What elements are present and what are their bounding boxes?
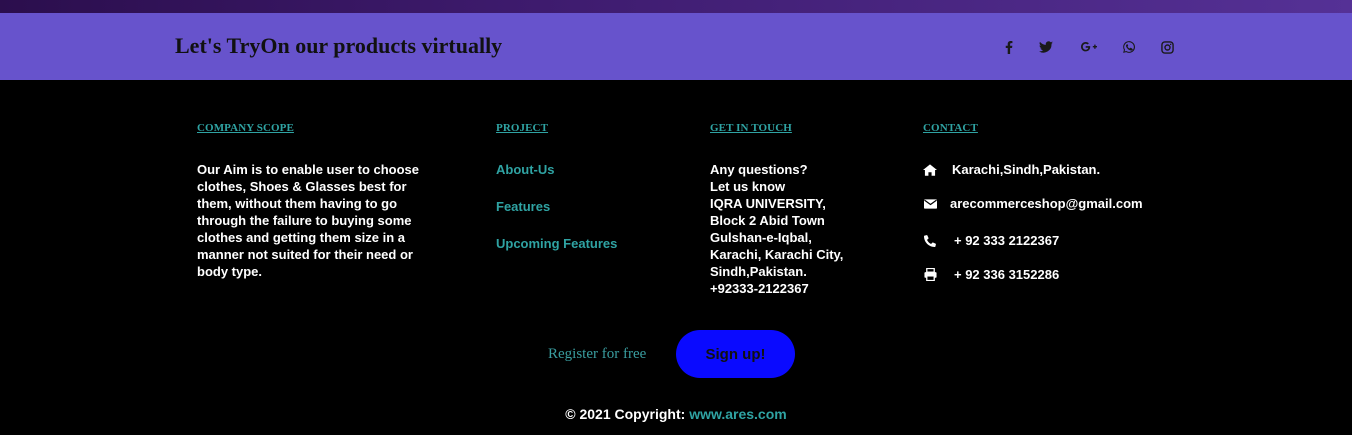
facebook-icon[interactable] [1001,39,1017,55]
touch-line: IQRA UNIVERSITY, [710,196,826,211]
contact-fax-row [923,266,937,283]
printer-icon [923,268,937,282]
contact-email-row [923,195,937,212]
copyright-prefix: © 2021 Copyright: [565,406,686,422]
top-gradient-strip [0,0,1352,13]
touch-line: Let us know [710,179,786,194]
project-heading: PROJECT [496,122,549,134]
contact-phone: + 92 333 2122367 [954,233,1060,248]
whatsapp-icon[interactable] [1121,39,1137,55]
contact-fax: + 92 336 3152286 [954,267,1060,282]
touch-line: Gulshan-e-Iqbal, [710,230,812,245]
contact-email[interactable]: arecommerceshop@gmail.com [950,196,1143,211]
twitter-icon[interactable] [1038,39,1054,55]
get-in-touch-heading: GET IN TOUCH [710,122,792,134]
register-label: Register for free [548,346,647,362]
sign-up-button[interactable]: Sign up! [676,330,795,378]
contact-address: Karachi,Sindh,Pakistan. [952,162,1101,177]
about-us-link[interactable]: About-Us [496,162,555,177]
contact-address-row [923,161,937,178]
touch-line: Any questions? [710,162,808,177]
company-scope-heading: COMPANY SCOPE [197,122,294,134]
home-icon [923,163,937,177]
banner-title: Let's TryOn our products virtually [175,33,503,58]
promo-banner: Let's TryOn our products virtually [0,13,1352,80]
contact-heading: CONTACT [923,122,978,134]
contact-phone-row [923,232,937,249]
touch-line: Block 2 Abid Town [710,213,825,228]
company-scope-text: Our Aim is to enable user to choose clot… [197,162,420,279]
instagram-icon[interactable] [1159,39,1175,55]
upcoming-features-link[interactable]: Upcoming Features [496,236,617,251]
touch-line: +92333-2122367 [710,281,809,296]
phone-icon [923,234,937,248]
touch-line: Karachi, Karachi City, [710,247,844,262]
envelope-icon [923,197,937,211]
copyright-link[interactable]: www.ares.com [689,406,787,422]
copyright: © 2021 Copyright: www.ares.com [0,406,1352,422]
features-link[interactable]: Features [496,199,550,214]
google-plus-icon[interactable] [1080,39,1098,55]
touch-line: Sindh,Pakistan. [710,264,807,279]
